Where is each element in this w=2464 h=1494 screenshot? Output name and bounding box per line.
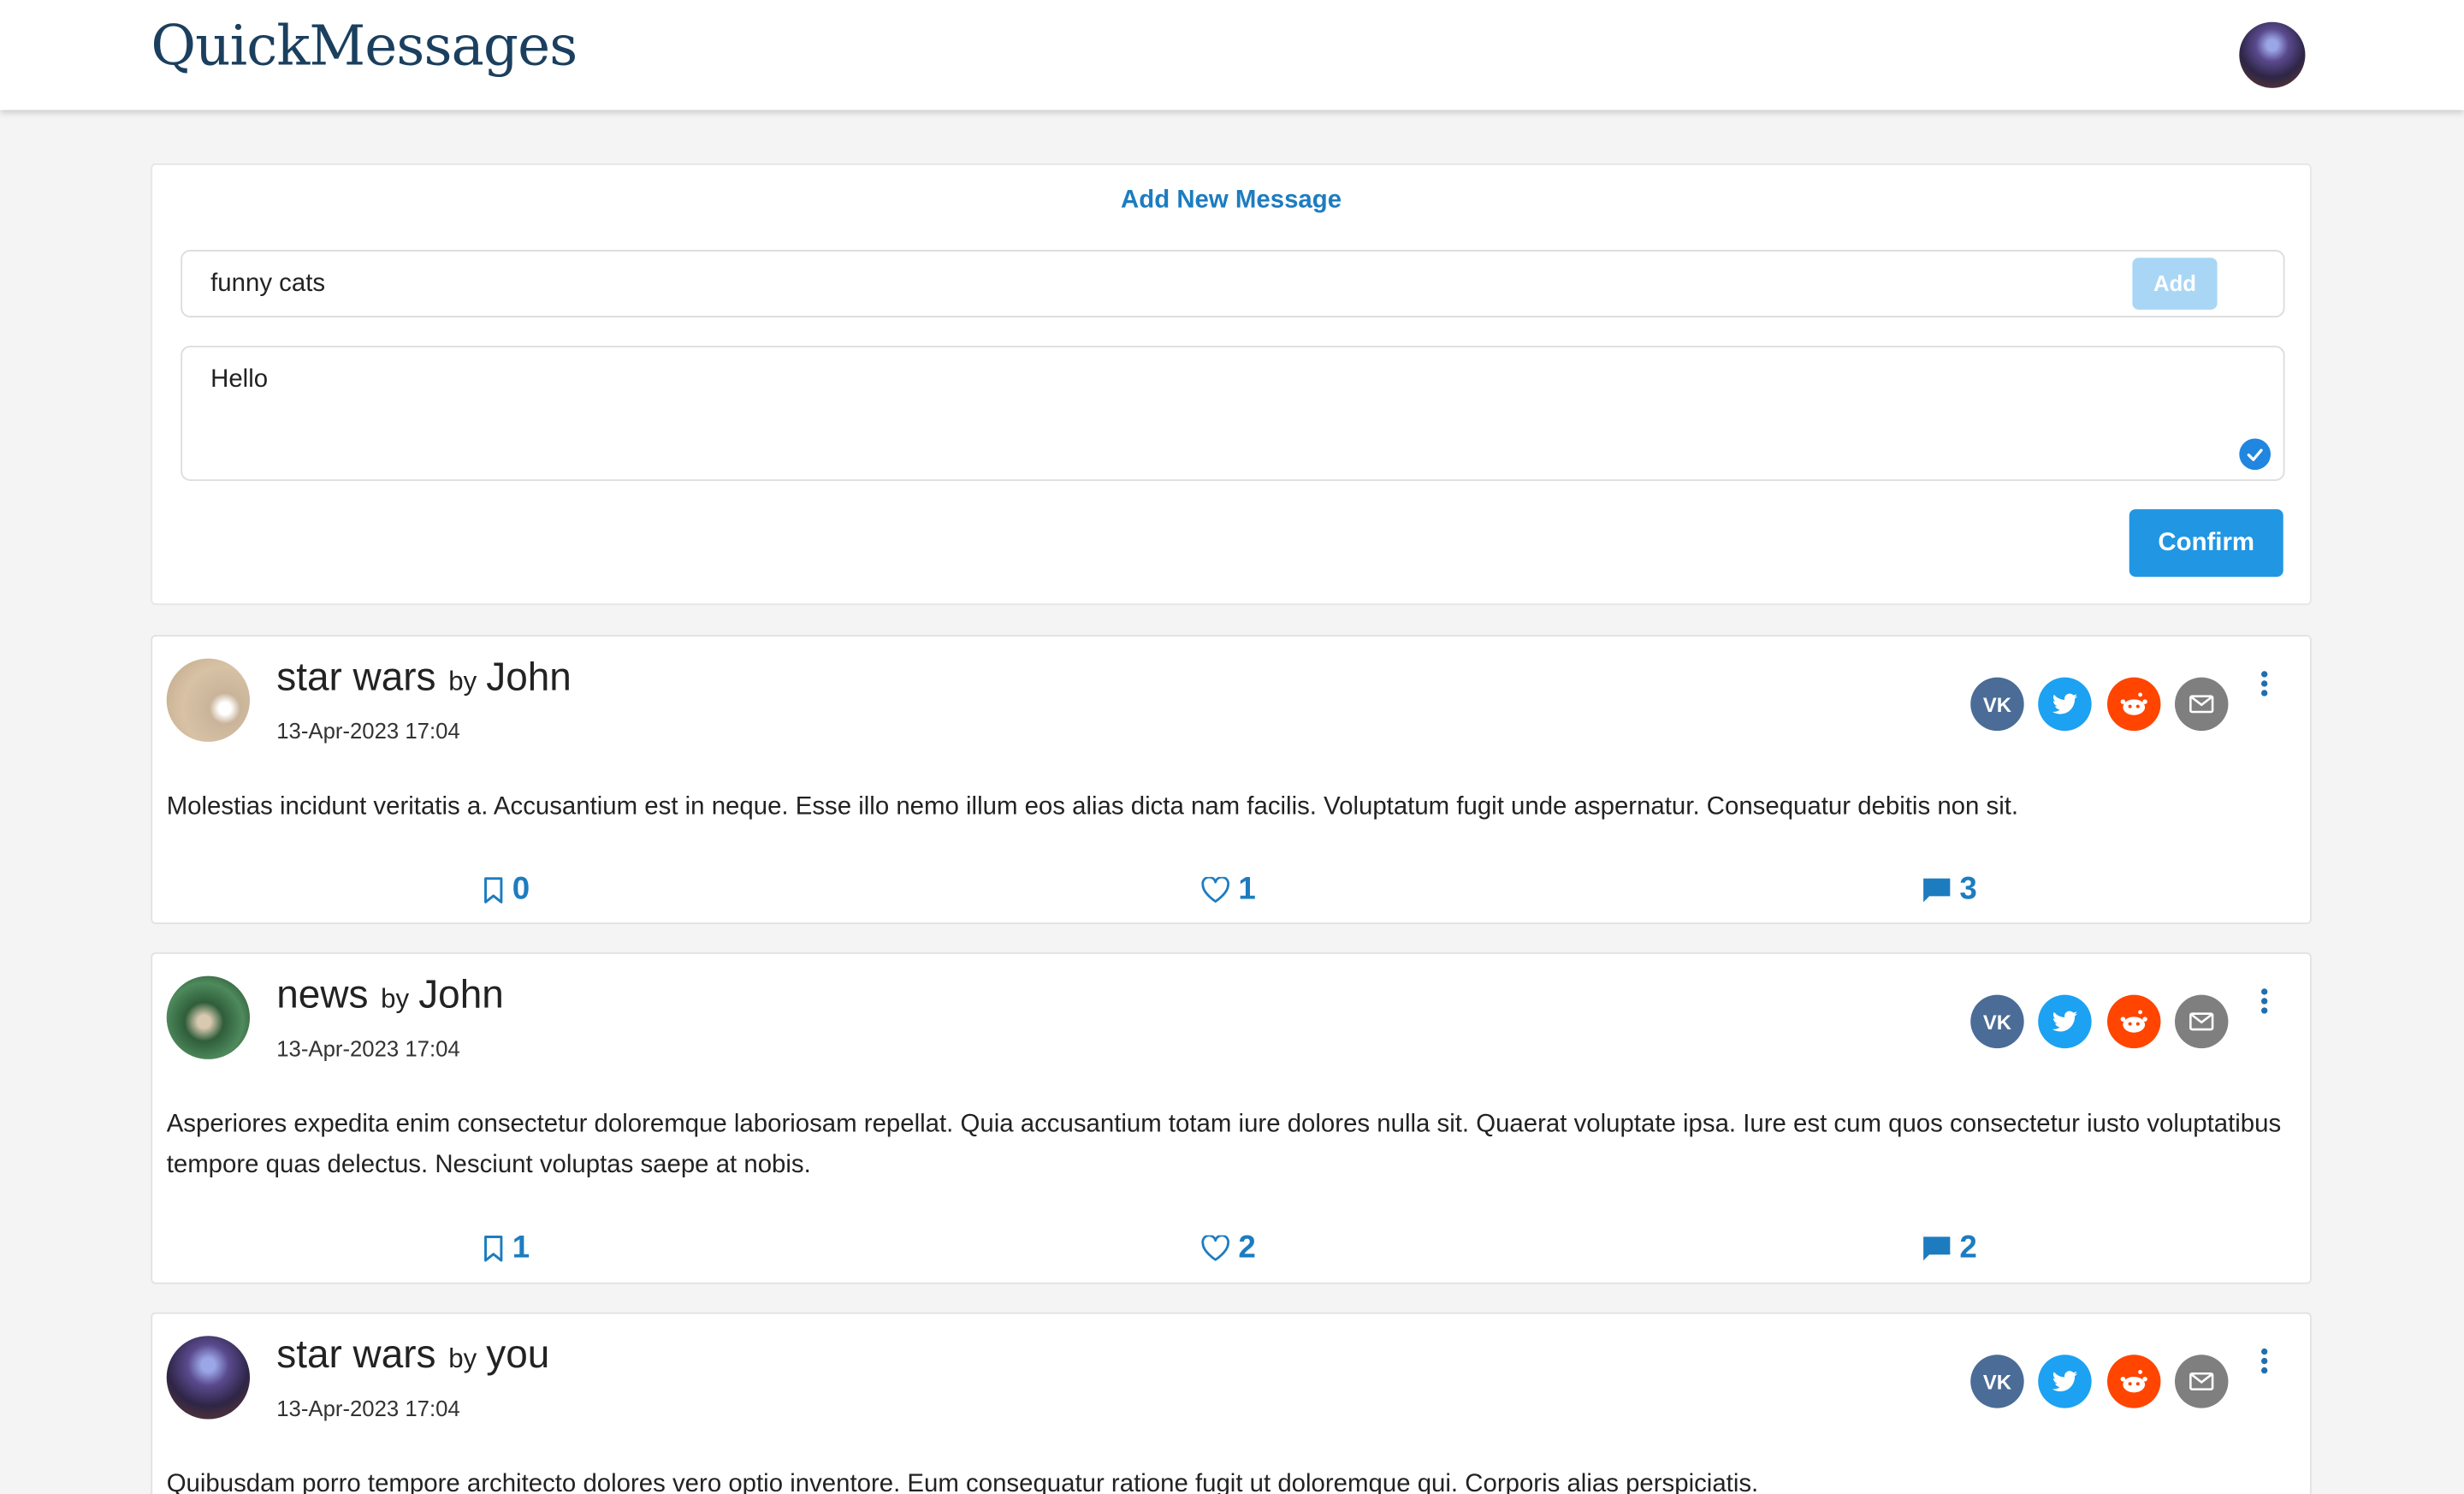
twitter-share-button[interactable] (2038, 994, 2092, 1049)
message-card: news by John 13-Apr-2023 17:04 VK Asperior… (151, 952, 2312, 1284)
message-textarea[interactable]: Hello (181, 346, 2285, 482)
message-card: star wars by you 13-Apr-2023 17:04 VK Quib… (151, 1312, 2312, 1494)
message-author[interactable]: John (486, 655, 572, 699)
comments-button[interactable]: 2 (1922, 1230, 1977, 1266)
bookmark-icon (484, 1235, 503, 1261)
vk-share-button[interactable]: VK (1970, 1355, 2024, 1408)
vk-icon: VK (1982, 692, 2012, 716)
message-card: star wars by John 13-Apr-2023 17:04 VK Mol… (151, 635, 2312, 924)
reddit-icon (2120, 1010, 2147, 1033)
add-button[interactable]: Add (2132, 258, 2218, 310)
vk-share-button[interactable]: VK (1970, 994, 2024, 1049)
more-options-icon[interactable] (2258, 988, 2271, 1017)
comments-button[interactable]: 3 (1922, 872, 1977, 908)
check-icon (2239, 438, 2272, 471)
like-count: 2 (1238, 1230, 1256, 1266)
more-options-icon[interactable] (2258, 671, 2271, 699)
comment-icon (1923, 1236, 1951, 1261)
email-share-button[interactable] (2174, 1355, 2229, 1408)
bookmark-button[interactable]: 1 (483, 1230, 530, 1266)
by-label: by (448, 666, 477, 697)
heart-icon (1201, 876, 1230, 903)
message-date: 13-Apr-2023 17:04 (276, 1395, 460, 1421)
message-topic[interactable]: star wars (276, 1333, 435, 1377)
comment-count: 3 (1959, 872, 1977, 907)
twitter-icon (2052, 1011, 2078, 1032)
topic-input-value: funny cats (210, 270, 326, 298)
message-text: Asperiores expedita enim consectetur dol… (166, 1111, 2282, 1179)
author-avatar[interactable] (166, 1336, 251, 1420)
topic-input[interactable]: funny cats Add (181, 250, 2285, 318)
bookmark-button[interactable]: 0 (483, 872, 530, 908)
vk-icon: VK (1982, 1369, 2012, 1394)
vk-share-button[interactable]: VK (1970, 677, 2024, 732)
bookmark-icon (484, 876, 503, 903)
bookmark-count: 0 (512, 872, 530, 907)
message-header: star wars by John (276, 655, 572, 701)
message-author[interactable]: John (418, 973, 504, 1017)
message-author[interactable]: you (486, 1333, 549, 1377)
message-text: Molestias incidunt veritatis a. Accusant… (166, 793, 2019, 821)
reddit-share-button[interactable] (2107, 1355, 2161, 1408)
reddit-icon (2120, 1370, 2147, 1393)
form-title: Add New Message (1121, 187, 1342, 214)
reddit-share-button[interactable] (2107, 994, 2161, 1049)
author-avatar[interactable] (166, 658, 251, 742)
author-avatar[interactable] (166, 975, 251, 1059)
comment-icon (1923, 878, 1951, 903)
like-button[interactable]: 2 (1200, 1230, 1256, 1266)
by-label: by (381, 983, 410, 1014)
twitter-icon (2052, 1371, 2078, 1392)
comment-count: 2 (1959, 1230, 1977, 1266)
reddit-icon (2120, 692, 2147, 715)
top-bar: QuickMessages (0, 0, 2464, 110)
message-date: 13-Apr-2023 17:04 (276, 718, 460, 744)
more-options-icon[interactable] (2258, 1348, 2271, 1377)
message-header: news by John (276, 973, 504, 1018)
like-button[interactable]: 1 (1200, 872, 1256, 908)
vk-icon: VK (1982, 1010, 2012, 1034)
twitter-icon (2052, 693, 2078, 714)
heart-icon (1201, 1235, 1230, 1261)
message-date: 13-Apr-2023 17:04 (276, 1035, 460, 1061)
twitter-share-button[interactable] (2038, 1355, 2092, 1408)
email-share-button[interactable] (2174, 677, 2229, 732)
message-text: Quibusdam porro tempore architecto dolor… (166, 1471, 1759, 1494)
reddit-share-button[interactable] (2107, 677, 2161, 732)
message-topic[interactable]: star wars (276, 655, 435, 699)
email-icon (2189, 1012, 2214, 1031)
email-icon (2189, 695, 2214, 714)
brand-logo[interactable]: QuickMessages (151, 15, 578, 78)
twitter-share-button[interactable] (2038, 677, 2092, 732)
new-message-form: Add New Message funny cats Add Hello Con… (151, 163, 2312, 606)
message-topic[interactable]: news (276, 973, 368, 1017)
by-label: by (448, 1343, 477, 1374)
bookmark-count: 1 (512, 1230, 530, 1266)
confirm-button[interactable]: Confirm (2129, 509, 2283, 578)
message-header: star wars by you (276, 1333, 549, 1378)
message-textarea-value: Hello (210, 365, 269, 394)
user-avatar[interactable] (2239, 21, 2306, 88)
email-share-button[interactable] (2174, 994, 2229, 1049)
like-count: 1 (1238, 872, 1256, 907)
email-icon (2189, 1372, 2214, 1390)
